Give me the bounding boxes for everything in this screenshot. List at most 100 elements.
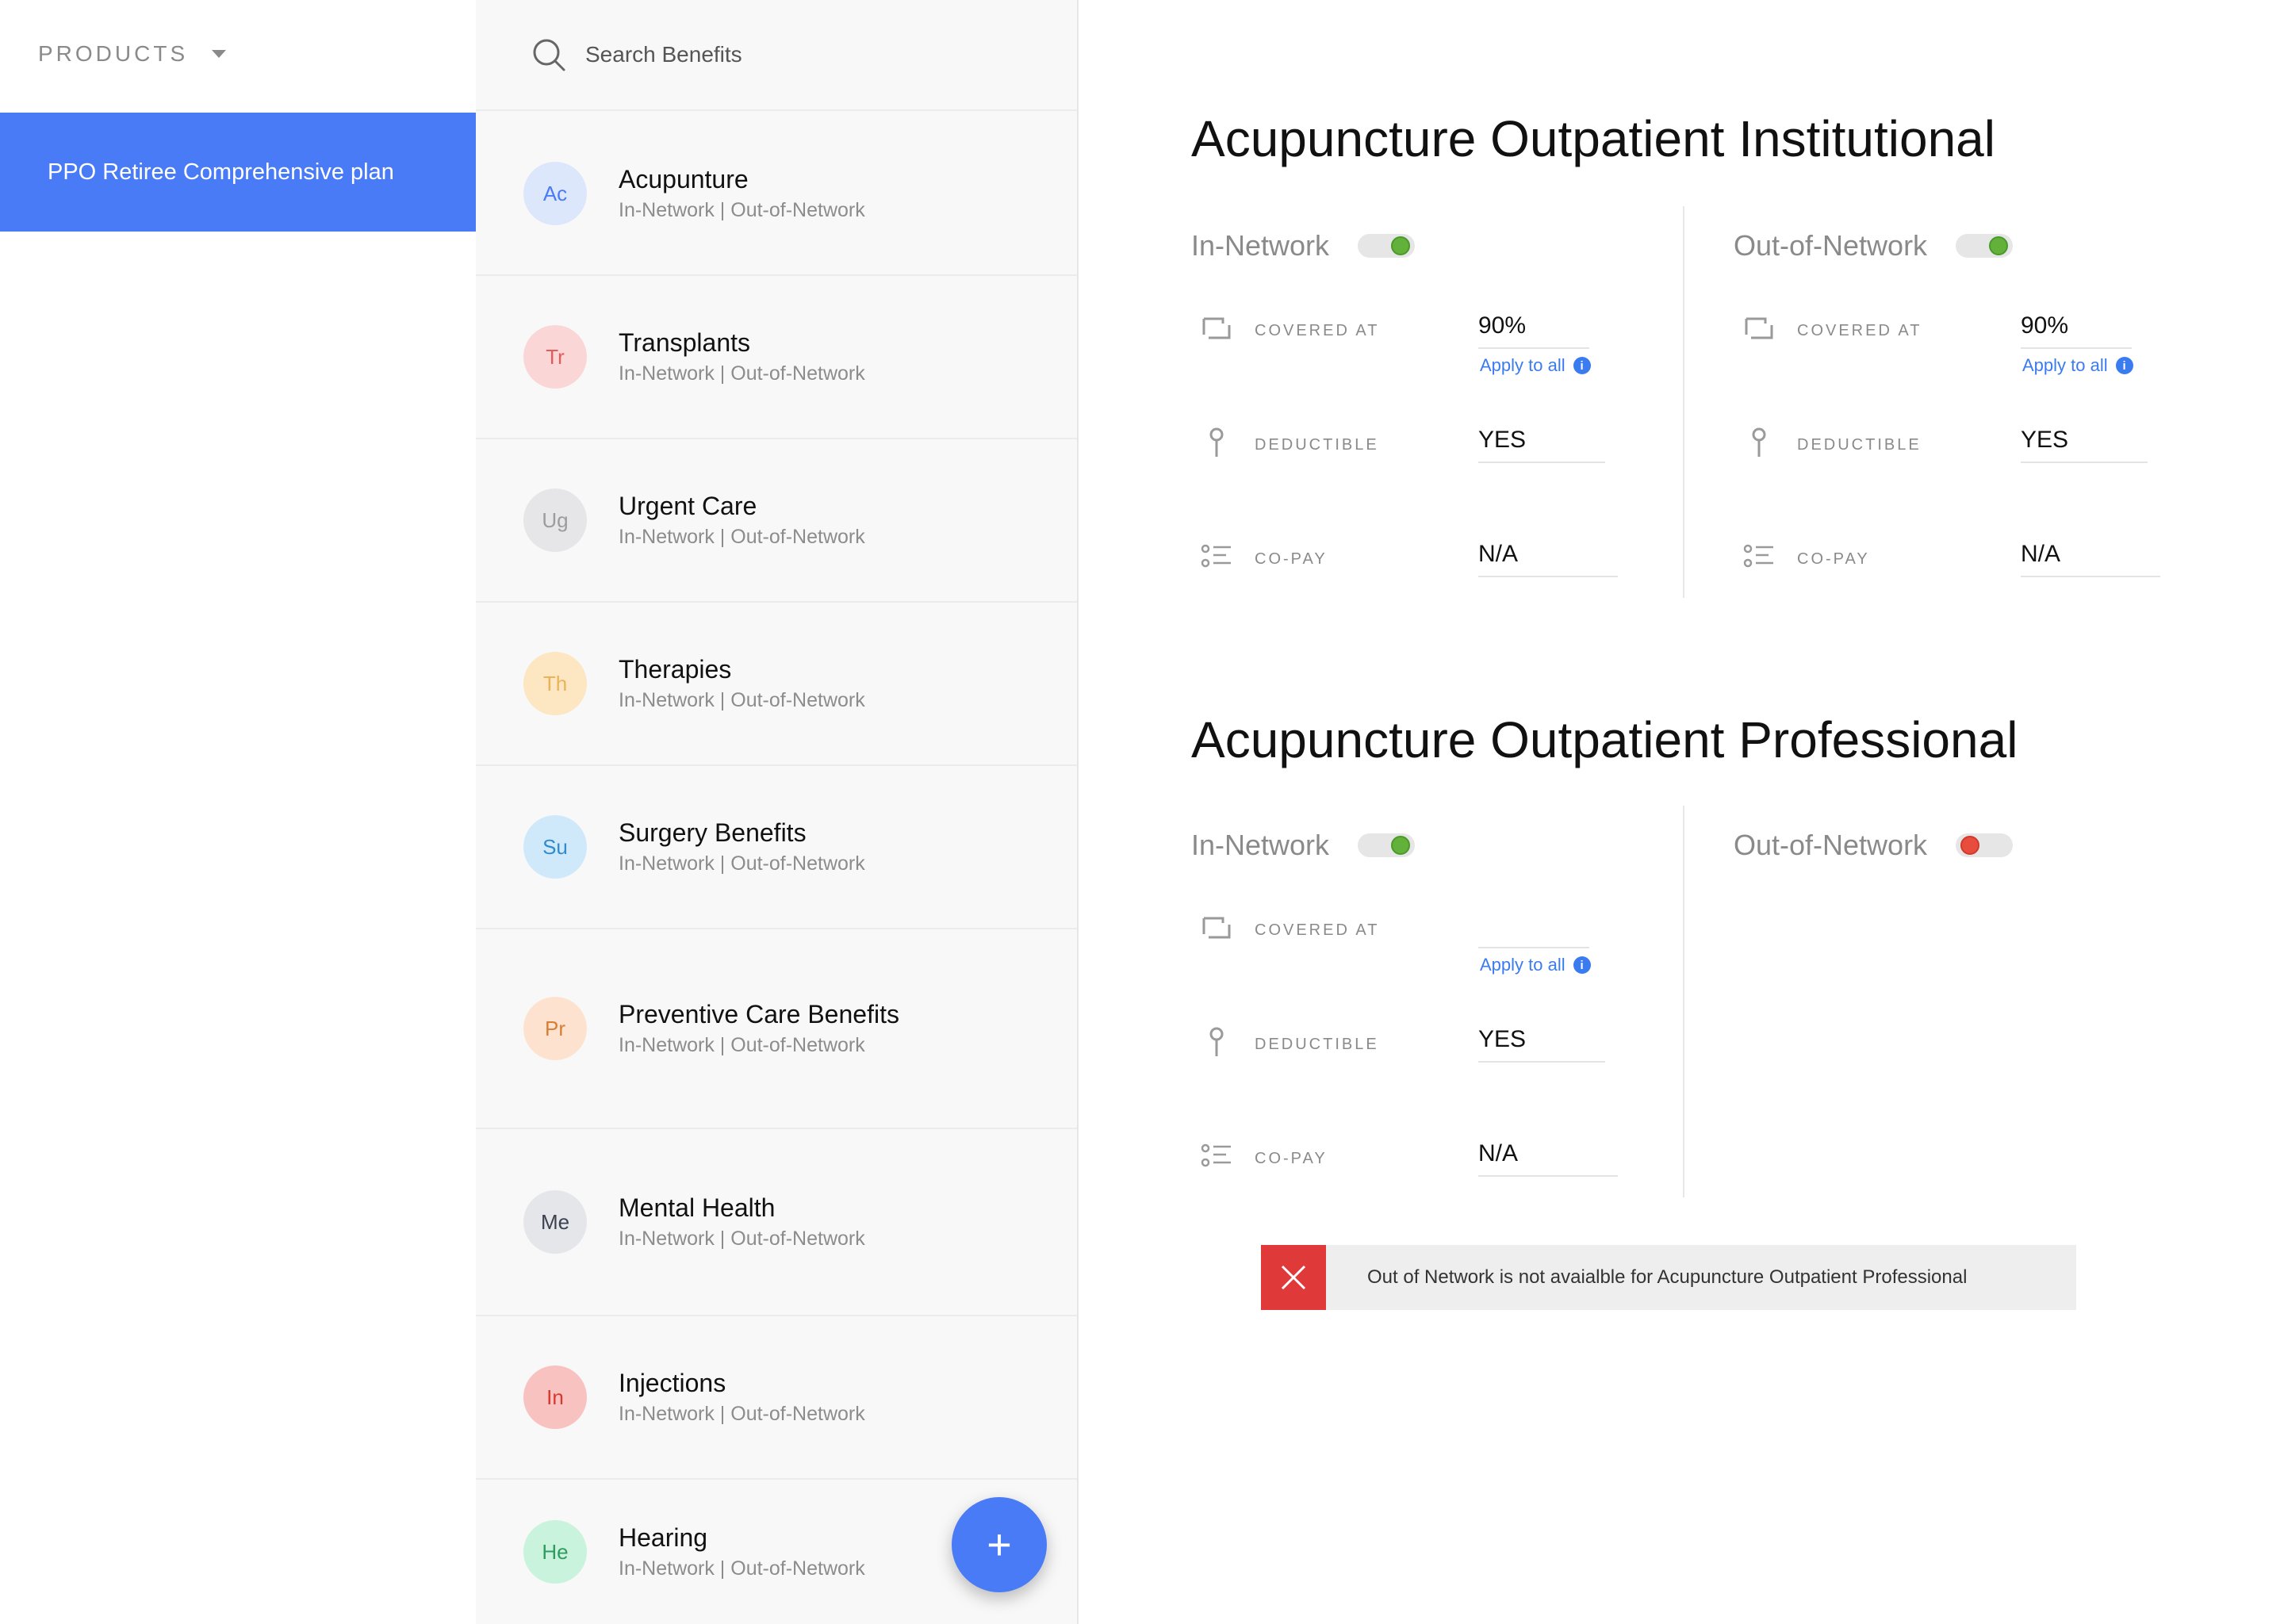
in-network-toggle[interactable]	[1358, 234, 1416, 258]
list-item-urgent-care[interactable]: Ug Urgent Care In-Network | Out-of-Networ…	[476, 439, 1077, 603]
toggle-knob	[1989, 236, 2009, 255]
deductible-row: DEDUCTIBLE YES	[1734, 419, 2241, 466]
benefit-networks: In-Network | Out-of-Network	[619, 852, 865, 875]
search-icon	[533, 39, 565, 71]
benefit-networks: In-Network | Out-of-Network	[619, 526, 865, 548]
product-item-selected[interactable]: PPO Retiree Comprehensive plan	[0, 113, 476, 232]
deductible-label: DEDUCTIBLE	[1797, 436, 1922, 454]
covered-at-label: COVERED AT	[1255, 921, 1380, 939]
avatar: In	[523, 1365, 587, 1429]
info-icon[interactable]: i	[1573, 357, 1591, 374]
search-bar	[476, 0, 1077, 111]
benefit-networks: In-Network | Out-of-Network	[619, 1403, 865, 1425]
list-item-surgery-benefits[interactable]: Su Surgery Benefits In-Network | Out-of-N…	[476, 766, 1077, 929]
avatar: Su	[523, 815, 587, 879]
apply-to-all-link[interactable]: Apply to all i	[2022, 355, 2133, 376]
info-icon[interactable]: i	[1573, 956, 1591, 974]
list-item-mental-health[interactable]: Me Mental Health In-Network | Out-of-Netw…	[476, 1129, 1077, 1316]
product-item-label: PPO Retiree Comprehensive plan	[48, 159, 394, 185]
benefit-networks: In-Network | Out-of-Network	[619, 689, 865, 711]
co-pay-label: CO-PAY	[1797, 550, 1870, 568]
apply-to-all-label: Apply to all	[2022, 355, 2108, 375]
covered-at-row: COVERED AT Apply to all i	[1191, 904, 1699, 975]
benefit-name: Therapies	[619, 655, 732, 684]
benefit-networks: In-Network | Out-of-Network	[619, 1034, 865, 1056]
out-of-network-label: Out-of-Network	[1734, 229, 1928, 262]
co-pay-value[interactable]: N/A	[1478, 541, 1618, 577]
products-label: PRODUCTS	[38, 41, 189, 66]
co-pay-value[interactable]: N/A	[2021, 541, 2160, 577]
benefit-name: Urgent Care	[619, 492, 757, 520]
covered-at-row: COVERED AT 90% Apply to all i	[1734, 304, 2241, 375]
benefit-name: Acupunture	[619, 165, 749, 193]
co-pay-value[interactable]: N/A	[1478, 1140, 1618, 1177]
out-of-network-column: Out-of-Network	[1734, 822, 2241, 901]
deductible-value[interactable]: YES	[1478, 427, 1605, 463]
products-sidebar: PRODUCTS PPO Retiree Comprehensive plan	[0, 0, 476, 1624]
caret-down-icon	[212, 50, 227, 58]
list-item-acupuncture[interactable]: Ac Acupunture In-Network | Out-of-Network	[476, 113, 1077, 276]
toggle-knob	[1391, 236, 1411, 255]
apply-to-all-link[interactable]: Apply to all i	[1480, 355, 1591, 376]
pin-icon	[1752, 427, 1766, 457]
covered-at-label: COVERED AT	[1797, 322, 1922, 339]
deductible-row: DEDUCTIBLE YES	[1191, 419, 1699, 466]
coverage-icon	[1745, 317, 1773, 339]
avatar: Ac	[523, 162, 587, 225]
co-pay-label: CO-PAY	[1255, 550, 1328, 568]
in-network-label: In-Network	[1191, 829, 1330, 861]
covered-at-value[interactable]	[1478, 912, 1589, 948]
column-divider	[1683, 806, 1684, 1197]
benefit-name: Transplants	[619, 328, 750, 357]
benefit-networks: In-Network | Out-of-Network	[619, 199, 865, 221]
in-network-toggle[interactable]	[1358, 833, 1416, 857]
benefits-list-panel: Ac Acupunture In-Network | Out-of-Network…	[476, 0, 1079, 1624]
avatar: Me	[523, 1190, 587, 1254]
benefit-name: Injections	[619, 1369, 726, 1397]
benefit-name: Hearing	[619, 1523, 708, 1552]
section-title: Acupuncture Outpatient Institutional	[1191, 110, 1995, 167]
list-icon	[1201, 544, 1231, 568]
error-alert: Out of Network is not avaialble for Acup…	[1261, 1245, 2076, 1310]
benefit-name: Preventive Care Benefits	[619, 1000, 899, 1028]
out-of-network-toggle[interactable]	[1956, 234, 2014, 258]
benefit-detail-panel: Acupuncture Outpatient Institutional In-…	[1080, 0, 2284, 1624]
benefit-name: Mental Health	[619, 1193, 776, 1222]
apply-to-all-link[interactable]: Apply to all i	[1480, 955, 1591, 975]
co-pay-row: CO-PAY N/A	[1191, 533, 1699, 580]
benefit-networks: In-Network | Out-of-Network	[619, 1228, 865, 1250]
apply-to-all-label: Apply to all	[1480, 955, 1565, 975]
deductible-label: DEDUCTIBLE	[1255, 436, 1379, 454]
products-dropdown[interactable]: PRODUCTS	[38, 38, 227, 70]
covered-at-value[interactable]: 90%	[2021, 312, 2132, 349]
covered-at-label: COVERED AT	[1255, 322, 1380, 339]
out-of-network-label: Out-of-Network	[1734, 829, 1928, 861]
co-pay-label: CO-PAY	[1255, 1150, 1328, 1167]
list-item-preventive-care[interactable]: Pr Preventive Care Benefits In-Network | …	[476, 929, 1077, 1129]
list-icon	[1743, 544, 1773, 568]
deductible-value[interactable]: YES	[2021, 427, 2148, 463]
deductible-value[interactable]: YES	[1478, 1026, 1605, 1063]
list-item-transplants[interactable]: Tr Transplants In-Network | Out-of-Networ…	[476, 276, 1077, 439]
coverage-icon	[1202, 317, 1231, 339]
list-item-therapies[interactable]: Th Therapies In-Network | Out-of-Network	[476, 603, 1077, 766]
in-network-label: In-Network	[1191, 229, 1330, 262]
deductible-label: DEDUCTIBLE	[1255, 1036, 1379, 1053]
deductible-row: DEDUCTIBLE YES	[1191, 1018, 1699, 1066]
out-of-network-toggle[interactable]	[1956, 833, 2014, 857]
info-icon[interactable]: i	[2115, 357, 2133, 374]
toggle-knob	[1960, 836, 1980, 855]
add-benefit-button[interactable]: +	[952, 1497, 1047, 1592]
coverage-icon	[1202, 917, 1231, 939]
covered-at-value[interactable]: 90%	[1478, 312, 1589, 349]
co-pay-row: CO-PAY N/A	[1191, 1132, 1699, 1180]
in-network-column: In-Network COVERED AT 90% Apply to all i …	[1191, 222, 1699, 603]
close-icon[interactable]	[1261, 1245, 1326, 1310]
column-divider	[1683, 206, 1684, 598]
avatar: Th	[523, 652, 587, 715]
apply-to-all-label: Apply to all	[1480, 355, 1565, 375]
search-input[interactable]	[585, 42, 998, 67]
in-network-column: In-Network COVERED AT Apply to all i DEDU…	[1191, 822, 1699, 1202]
list-item-injections[interactable]: In Injections In-Network | Out-of-Network	[476, 1316, 1077, 1480]
pin-icon	[1209, 427, 1224, 457]
